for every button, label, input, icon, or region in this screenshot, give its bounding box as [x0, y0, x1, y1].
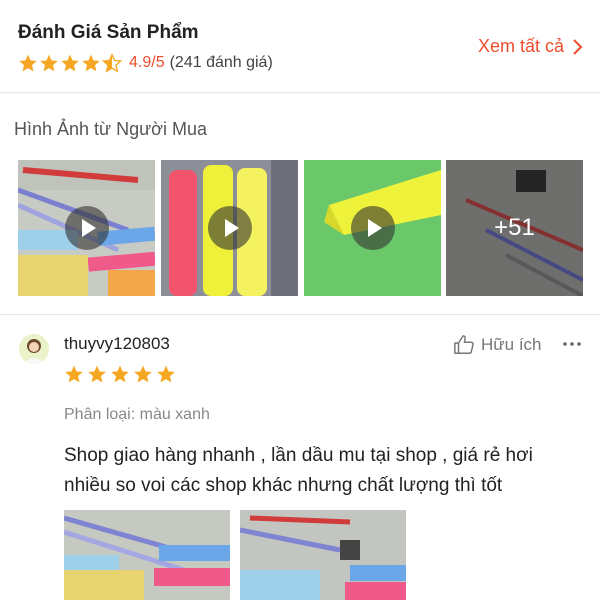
star-full-icon	[40, 54, 58, 72]
star-full-icon	[157, 365, 175, 383]
more-options-button[interactable]	[562, 334, 582, 354]
section-title-ratings: Đánh Giá Sản Phẩm	[18, 22, 199, 43]
review-photo-image	[240, 510, 406, 600]
divider	[0, 92, 600, 93]
play-button[interactable]	[351, 206, 395, 250]
star-full-icon	[82, 54, 100, 72]
reviewer-username: thuyvy120803	[64, 334, 170, 353]
thumbs-up-icon	[454, 335, 474, 354]
see-all-link[interactable]: Xem tất cả	[478, 36, 584, 57]
review-text: Shop giao hàng nhanh , lần dầu mu tại sh…	[64, 445, 533, 496]
review-variation: Phân loại: màu xanh	[64, 406, 210, 423]
play-button[interactable]	[208, 206, 252, 250]
rating-score: 4.9/5	[129, 54, 165, 71]
buyer-video-thumb[interactable]	[18, 160, 155, 296]
review-photo[interactable]	[64, 510, 230, 600]
star-full-icon	[19, 54, 37, 72]
star-full-icon	[61, 54, 79, 72]
star-full-icon	[65, 365, 83, 383]
see-all-label: Xem tất cả	[477, 36, 564, 56]
star-half-icon	[102, 53, 122, 73]
divider	[0, 314, 600, 315]
play-icon	[225, 219, 239, 237]
rating-count: (241 đánh giá)	[169, 54, 273, 71]
star-full-icon	[134, 365, 152, 383]
play-button[interactable]	[65, 206, 109, 250]
helpful-button[interactable]: Hữu ích	[453, 334, 542, 356]
review-photo-image	[64, 510, 230, 600]
more-dots-icon	[563, 342, 581, 346]
review-photo[interactable]	[240, 510, 406, 600]
helpful-label: Hữu ích	[481, 335, 542, 354]
rating-stars-row: 4.9/5 (241 đánh giá)	[18, 53, 273, 73]
more-photos-count: +51	[446, 160, 583, 296]
buyer-video-thumb[interactable]	[161, 160, 298, 296]
avatar[interactable]	[19, 334, 49, 364]
chevron-right-icon	[573, 38, 583, 55]
buyer-video-thumb[interactable]	[304, 160, 441, 296]
star-full-icon	[88, 365, 106, 383]
play-icon	[368, 219, 382, 237]
play-icon	[82, 219, 96, 237]
star-full-icon	[111, 365, 129, 383]
buyer-photos-title: Hình Ảnh từ Người Mua	[14, 119, 207, 139]
more-photos-thumb[interactable]: +51	[446, 160, 583, 296]
review-stars-row	[64, 364, 179, 384]
